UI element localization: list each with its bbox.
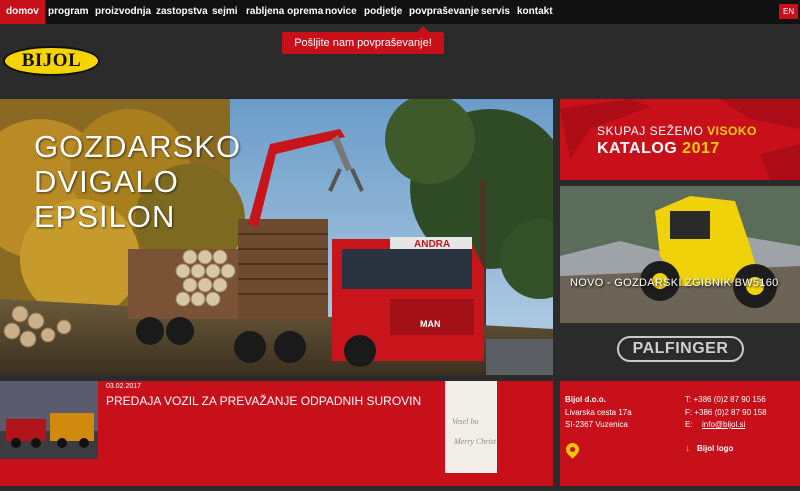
christmas-card-line-2: Merry Christ [454,437,496,446]
phone-number: T: +386 (0)2 87 90 156 [685,395,766,404]
email-link[interactable]: info@bijol.si [702,420,745,429]
news-thumbnail[interactable] [0,381,98,459]
bijol-logo-download-link[interactable]: Bijol logo [697,444,733,453]
skidder-image [560,186,800,323]
news-date: 03.02.2017 [106,383,142,390]
contact-panel: Bijol d.o.o. Livarska cesta 17a SI-2367 … [560,381,800,486]
skidder-banner[interactable]: NOVO - GOZDARSKI ZGIBNIK BW5160 [560,186,800,323]
catalog-line-1-prefix: SKUPAJ SEŽEMO [597,124,708,138]
nav-item-domov[interactable]: domov [0,0,45,24]
nav-item-povprasevanje[interactable]: povpraševanje [403,0,485,24]
address-city: SI-2367 Vuzenica [565,420,628,429]
nav-item-program[interactable]: program [42,0,95,24]
catalog-banner[interactable]: SKUPAJ SEŽEMO VISOKO KATALOG 2017 [560,99,800,180]
catalog-banner-line-1: SKUPAJ SEŽEMO VISOKO [597,124,757,138]
hero-title: GOZDARSKO DVIGALO EPSILON [34,129,241,234]
news-item[interactable]: 03.02.2017 PREDAJA VOZIL ZA PREVAŽANJE O… [0,381,553,486]
top-navigation: domov program proizvodnja zastopstva sej… [0,0,800,24]
christmas-card-line-1: Vesel bo [452,417,479,426]
skidder-caption: NOVO - GOZDARSKI ZGIBNIK BW5160 [570,277,779,289]
catalog-banner-line-2: KATALOG 2017 [597,140,720,158]
company-name: Bijol d.o.o. [565,395,606,404]
news-title[interactable]: PREDAJA VOZIL ZA PREVAŽANJE ODPADNIH SUR… [106,394,421,408]
nav-item-proizvodnja[interactable]: proizvodnja [89,0,157,24]
news-thumbnail-image [0,381,98,459]
hero-banner[interactable]: ANDRA MAN GOZDARSKO DVIGALO EPSILON [0,99,553,375]
hero-title-line-3: EPSILON [34,199,176,234]
language-switch-button[interactable]: EN [779,4,799,19]
christmas-card-image[interactable]: Vesel bo Merry Christ [445,381,497,473]
nav-item-zastopstva[interactable]: zastopstva [150,0,214,24]
location-pin-icon[interactable] [563,440,582,459]
bijol-logo[interactable]: BIJOL [3,46,100,76]
nav-item-kontakt[interactable]: kontakt [511,0,559,24]
truck-brand-text: MAN [420,319,441,329]
catalog-line-2-prefix: KATALOG [597,140,683,157]
nav-item-novice[interactable]: novice [319,0,363,24]
nav-item-rabljena-oprema[interactable]: rabljena oprema [240,0,329,24]
truck-sign-text: ANDRA [414,239,450,250]
nav-item-sejmi[interactable]: sejmi [206,0,244,24]
inquiry-tooltip[interactable]: Pošljite nam povpraševanje! [282,26,444,54]
nav-item-servis[interactable]: servis [475,0,516,24]
catalog-line-2-highlight: 2017 [682,140,720,157]
address-street: Livarska cesta 17a [565,408,632,417]
fax-number: F: +386 (0)2 87 90 158 [685,408,767,417]
palfinger-logo[interactable]: PALFINGER [617,336,744,362]
nav-item-podjetje[interactable]: podjetje [358,0,408,24]
email-label: E: [685,420,693,429]
hero-title-line-2: DVIGALO [34,164,179,199]
hero-title-line-1: GOZDARSKO [34,129,242,164]
catalog-line-1-highlight: VISOKO [707,124,757,138]
download-arrow-icon: ↓ [685,443,690,454]
